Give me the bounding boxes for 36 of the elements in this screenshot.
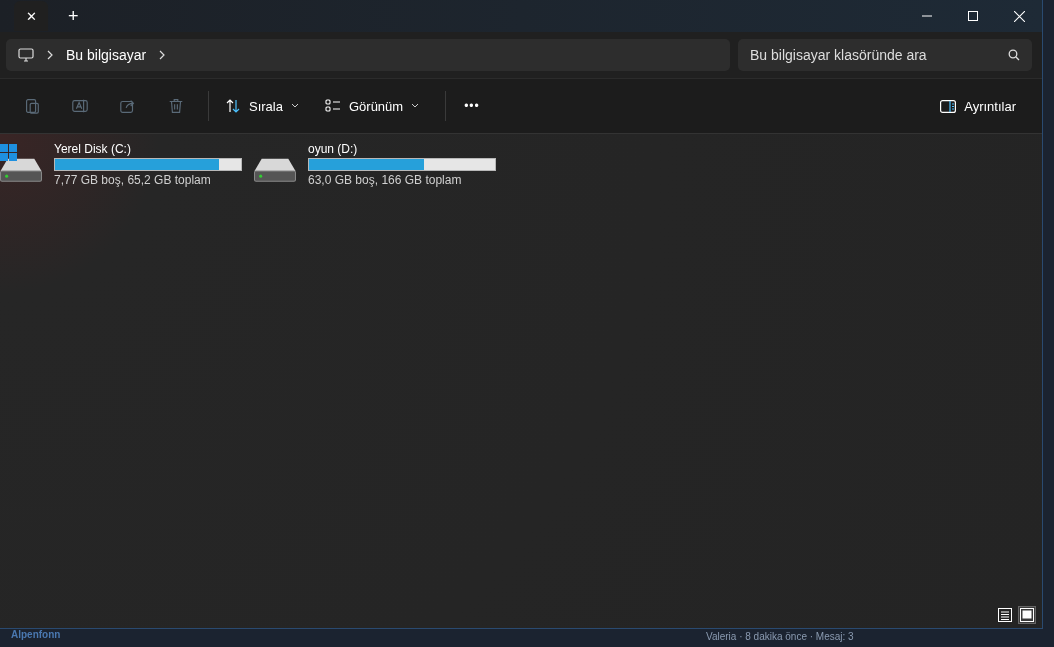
list-view-icon	[324, 99, 341, 113]
monitor-icon	[18, 47, 34, 63]
caret-icon	[290, 103, 299, 109]
paste-icon	[23, 97, 41, 115]
close-icon	[1013, 10, 1025, 22]
drive-icon	[0, 158, 42, 182]
drive-space-text: 7,77 GB boş, 65,2 GB toplam	[54, 173, 212, 187]
trash-icon	[167, 97, 185, 115]
details-view-button[interactable]	[996, 606, 1014, 624]
details-pane-icon	[940, 99, 957, 113]
maximize-icon	[968, 11, 978, 21]
search-icon	[1008, 49, 1020, 61]
drive-name[interactable]: oyun (D:)	[308, 142, 496, 156]
more-button[interactable]: •••	[454, 93, 490, 119]
background-text: Valeria · 8 dakika önce · Mesaj: 3	[706, 631, 854, 642]
details-button[interactable]: Ayrıntılar	[932, 92, 1024, 120]
sort-button[interactable]: Sırala	[217, 92, 307, 120]
background-text: Alpenfonn	[11, 629, 61, 640]
address-bar[interactable]: Bu bilgisayar	[6, 39, 730, 71]
view-button[interactable]: Görünüm	[316, 92, 428, 120]
share-icon	[119, 97, 137, 115]
caret-icon	[411, 103, 420, 109]
drive-name[interactable]: Yerel Disk (C:)	[54, 142, 242, 156]
drive-space-text: 63,0 GB boş, 166 GB toplam	[308, 173, 463, 187]
search-field[interactable]: Bu bilgisayar klasöründe ara	[738, 39, 1032, 71]
tiles-view-button[interactable]	[1018, 606, 1036, 624]
breadcrumb[interactable]: Bu bilgisayar	[66, 47, 147, 63]
tab-close-button[interactable]: ✕	[14, 1, 48, 31]
chevron-icon	[46, 50, 54, 60]
rename-icon	[71, 97, 89, 115]
sort-icon	[225, 98, 241, 114]
details-view-icon	[998, 608, 1012, 622]
new-tab-button[interactable]: +	[62, 5, 85, 27]
drive-icon	[254, 158, 296, 182]
chevron-icon	[158, 50, 167, 60]
tiles-view-icon	[1020, 608, 1034, 622]
